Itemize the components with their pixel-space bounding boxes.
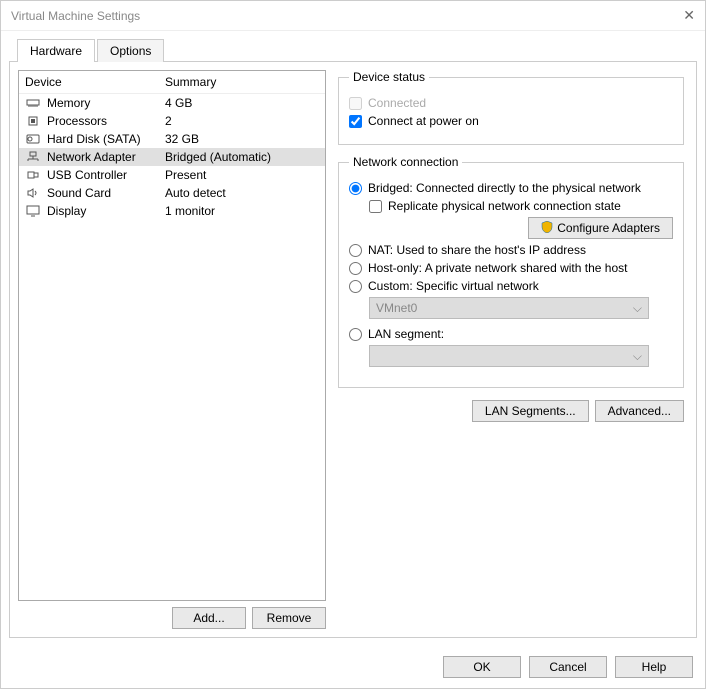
help-button[interactable]: Help [615,656,693,678]
lansegment-dropdown: ⌵ [369,345,649,367]
device-name: USB Controller [47,168,165,182]
network-icon [25,150,41,164]
replicate-checkbox[interactable] [369,200,382,213]
network-connection-legend: Network connection [349,155,462,169]
vmnet-dropdown: VMnet0 ⌵ [369,297,649,319]
lansegment-radio[interactable] [349,328,362,341]
device-status-group: Device status Connected Connect at power… [338,70,684,145]
advanced-button[interactable]: Advanced... [595,400,684,422]
header-summary: Summary [165,75,319,89]
connected-checkbox [349,97,362,110]
device-name: Hard Disk (SATA) [47,132,165,146]
bridged-label: Bridged: Connected directly to the physi… [368,181,641,195]
tab-hardware[interactable]: Hardware [17,39,95,62]
network-connection-group: Network connection Bridged: Connected di… [338,155,684,388]
harddisk-icon [25,132,41,146]
window: Virtual Machine Settings ✕ Hardware Opti… [0,0,706,689]
right-pane: Device status Connected Connect at power… [334,70,688,629]
hostonly-label: Host-only: A private network shared with… [368,261,627,275]
device-summary: 32 GB [165,132,319,146]
cancel-button[interactable]: Cancel [529,656,607,678]
usb-icon [25,168,41,182]
left-pane: Device Summary Memory4 GBProcessors2Hard… [18,70,326,629]
display-icon [25,204,41,218]
chevron-down-icon: ⌵ [633,349,642,364]
titlebar: Virtual Machine Settings ✕ [1,1,705,31]
configure-adapters-label: Configure Adapters [557,221,660,235]
hostonly-radio[interactable] [349,262,362,275]
lansegment-label: LAN segment: [368,327,444,341]
device-list-header: Device Summary [19,71,325,94]
device-row[interactable]: USB ControllerPresent [19,166,325,184]
poweron-checkbox-row: Connect at power on [349,114,673,128]
lan-segments-button[interactable]: LAN Segments... [472,400,589,422]
device-summary: 4 GB [165,96,319,110]
remove-button[interactable]: Remove [252,607,326,629]
footer: OK Cancel Help [1,646,705,688]
device-summary: Bridged (Automatic) [165,150,319,164]
custom-radio[interactable] [349,280,362,293]
poweron-label: Connect at power on [368,114,479,128]
device-row[interactable]: Display1 monitor [19,202,325,220]
device-summary: 2 [165,114,319,128]
nat-radio[interactable] [349,244,362,257]
device-list: Device Summary Memory4 GBProcessors2Hard… [18,70,326,601]
window-title: Virtual Machine Settings [11,9,683,23]
connected-label: Connected [368,96,426,110]
vmnet-value: VMnet0 [376,301,417,315]
custom-label: Custom: Specific virtual network [368,279,539,293]
device-summary: 1 monitor [165,204,319,218]
device-name: Network Adapter [47,150,165,164]
chevron-down-icon: ⌵ [633,301,642,316]
nat-label: NAT: Used to share the host's IP address [368,243,586,257]
device-name: Processors [47,114,165,128]
header-device: Device [25,75,165,89]
device-name: Memory [47,96,165,110]
device-name: Display [47,204,165,218]
sound-icon [25,186,41,200]
connected-checkbox-row: Connected [349,96,673,110]
close-icon[interactable]: ✕ [683,7,695,24]
poweron-checkbox[interactable] [349,115,362,128]
device-row[interactable]: Hard Disk (SATA)32 GB [19,130,325,148]
tab-options[interactable]: Options [97,39,164,62]
shield-icon [541,221,553,236]
device-status-legend: Device status [349,70,429,84]
ok-button[interactable]: OK [443,656,521,678]
device-summary: Auto detect [165,186,319,200]
device-row[interactable]: Memory4 GB [19,94,325,112]
device-name: Sound Card [47,186,165,200]
replicate-label: Replicate physical network connection st… [388,199,621,213]
device-row[interactable]: Processors2 [19,112,325,130]
processors-icon [25,114,41,128]
memory-icon [25,96,41,110]
tabs: Hardware Options [17,39,697,62]
device-summary: Present [165,168,319,182]
device-row[interactable]: Sound CardAuto detect [19,184,325,202]
configure-adapters-button[interactable]: Configure Adapters [528,217,673,239]
tab-panel: Device Summary Memory4 GBProcessors2Hard… [9,61,697,638]
add-button[interactable]: Add... [172,607,246,629]
device-row[interactable]: Network AdapterBridged (Automatic) [19,148,325,166]
bridged-radio[interactable] [349,182,362,195]
